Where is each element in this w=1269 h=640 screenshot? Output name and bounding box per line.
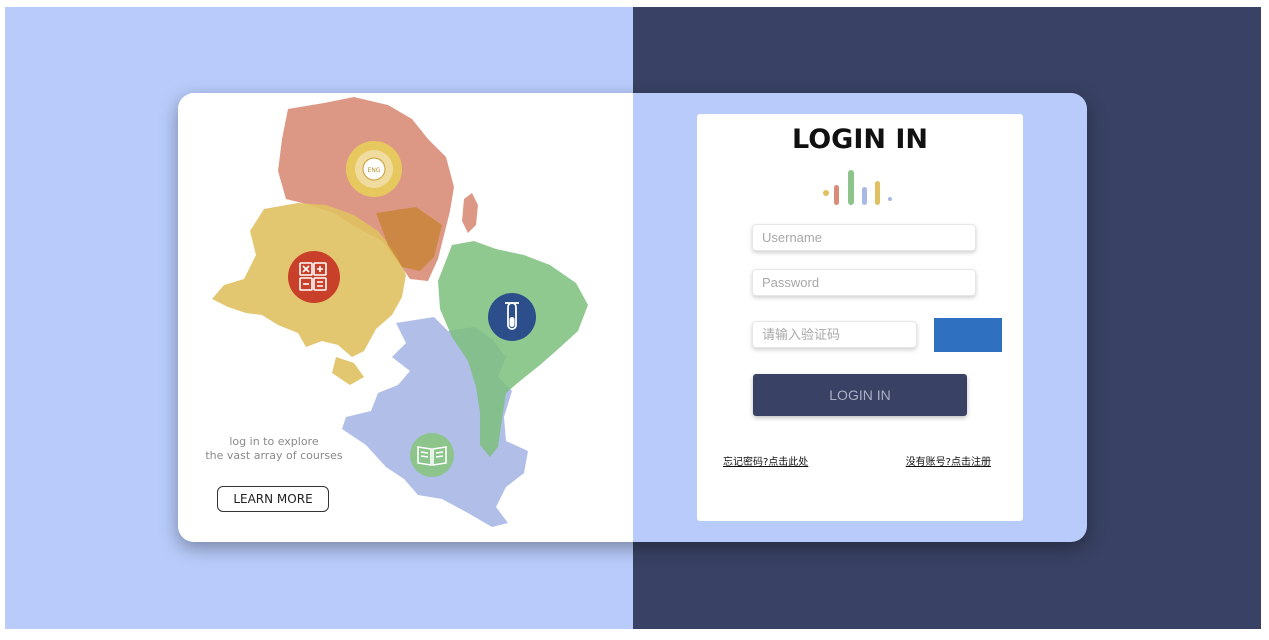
book-badge	[410, 433, 454, 477]
world-map-illustration: ENG	[212, 97, 588, 527]
login-submit-button[interactable]: LOGIN IN	[753, 374, 967, 416]
illustration-panel: ENG log in to explore the vast array of …	[178, 93, 633, 542]
register-link[interactable]: 没有账号?点击注册	[906, 453, 991, 468]
password-input[interactable]	[752, 269, 976, 296]
madagascar-shape	[462, 193, 478, 233]
captcha-image[interactable]	[934, 318, 1002, 352]
captcha-input[interactable]	[752, 321, 917, 348]
login-card: ENG log in to explore the vast array of …	[178, 93, 1087, 542]
equalizer-bars-icon	[823, 170, 892, 205]
login-title: LOGIN IN	[791, 124, 929, 155]
tagline-line-2: the vast array of courses	[205, 449, 343, 462]
test-tube-badge	[488, 293, 536, 341]
username-input[interactable]	[752, 224, 976, 251]
tagline-line-1: log in to explore	[229, 435, 319, 448]
login-form-panel: LOGIN IN LOGIN IN 忘记密码?点击此处 没有账号?点击注册	[697, 114, 1023, 521]
eng-badge: ENG	[346, 141, 402, 197]
tagline: log in to explore the vast array of cour…	[200, 435, 348, 463]
page-frame: ENG log in to explore the vast array of …	[5, 7, 1261, 629]
southeast-asia-shape	[332, 357, 364, 385]
calculator-badge	[288, 251, 340, 303]
forgot-password-link[interactable]: 忘记密码?点击此处	[723, 453, 808, 468]
learn-more-button[interactable]: LEARN MORE	[217, 486, 329, 512]
eng-icon: ENG	[368, 167, 381, 174]
